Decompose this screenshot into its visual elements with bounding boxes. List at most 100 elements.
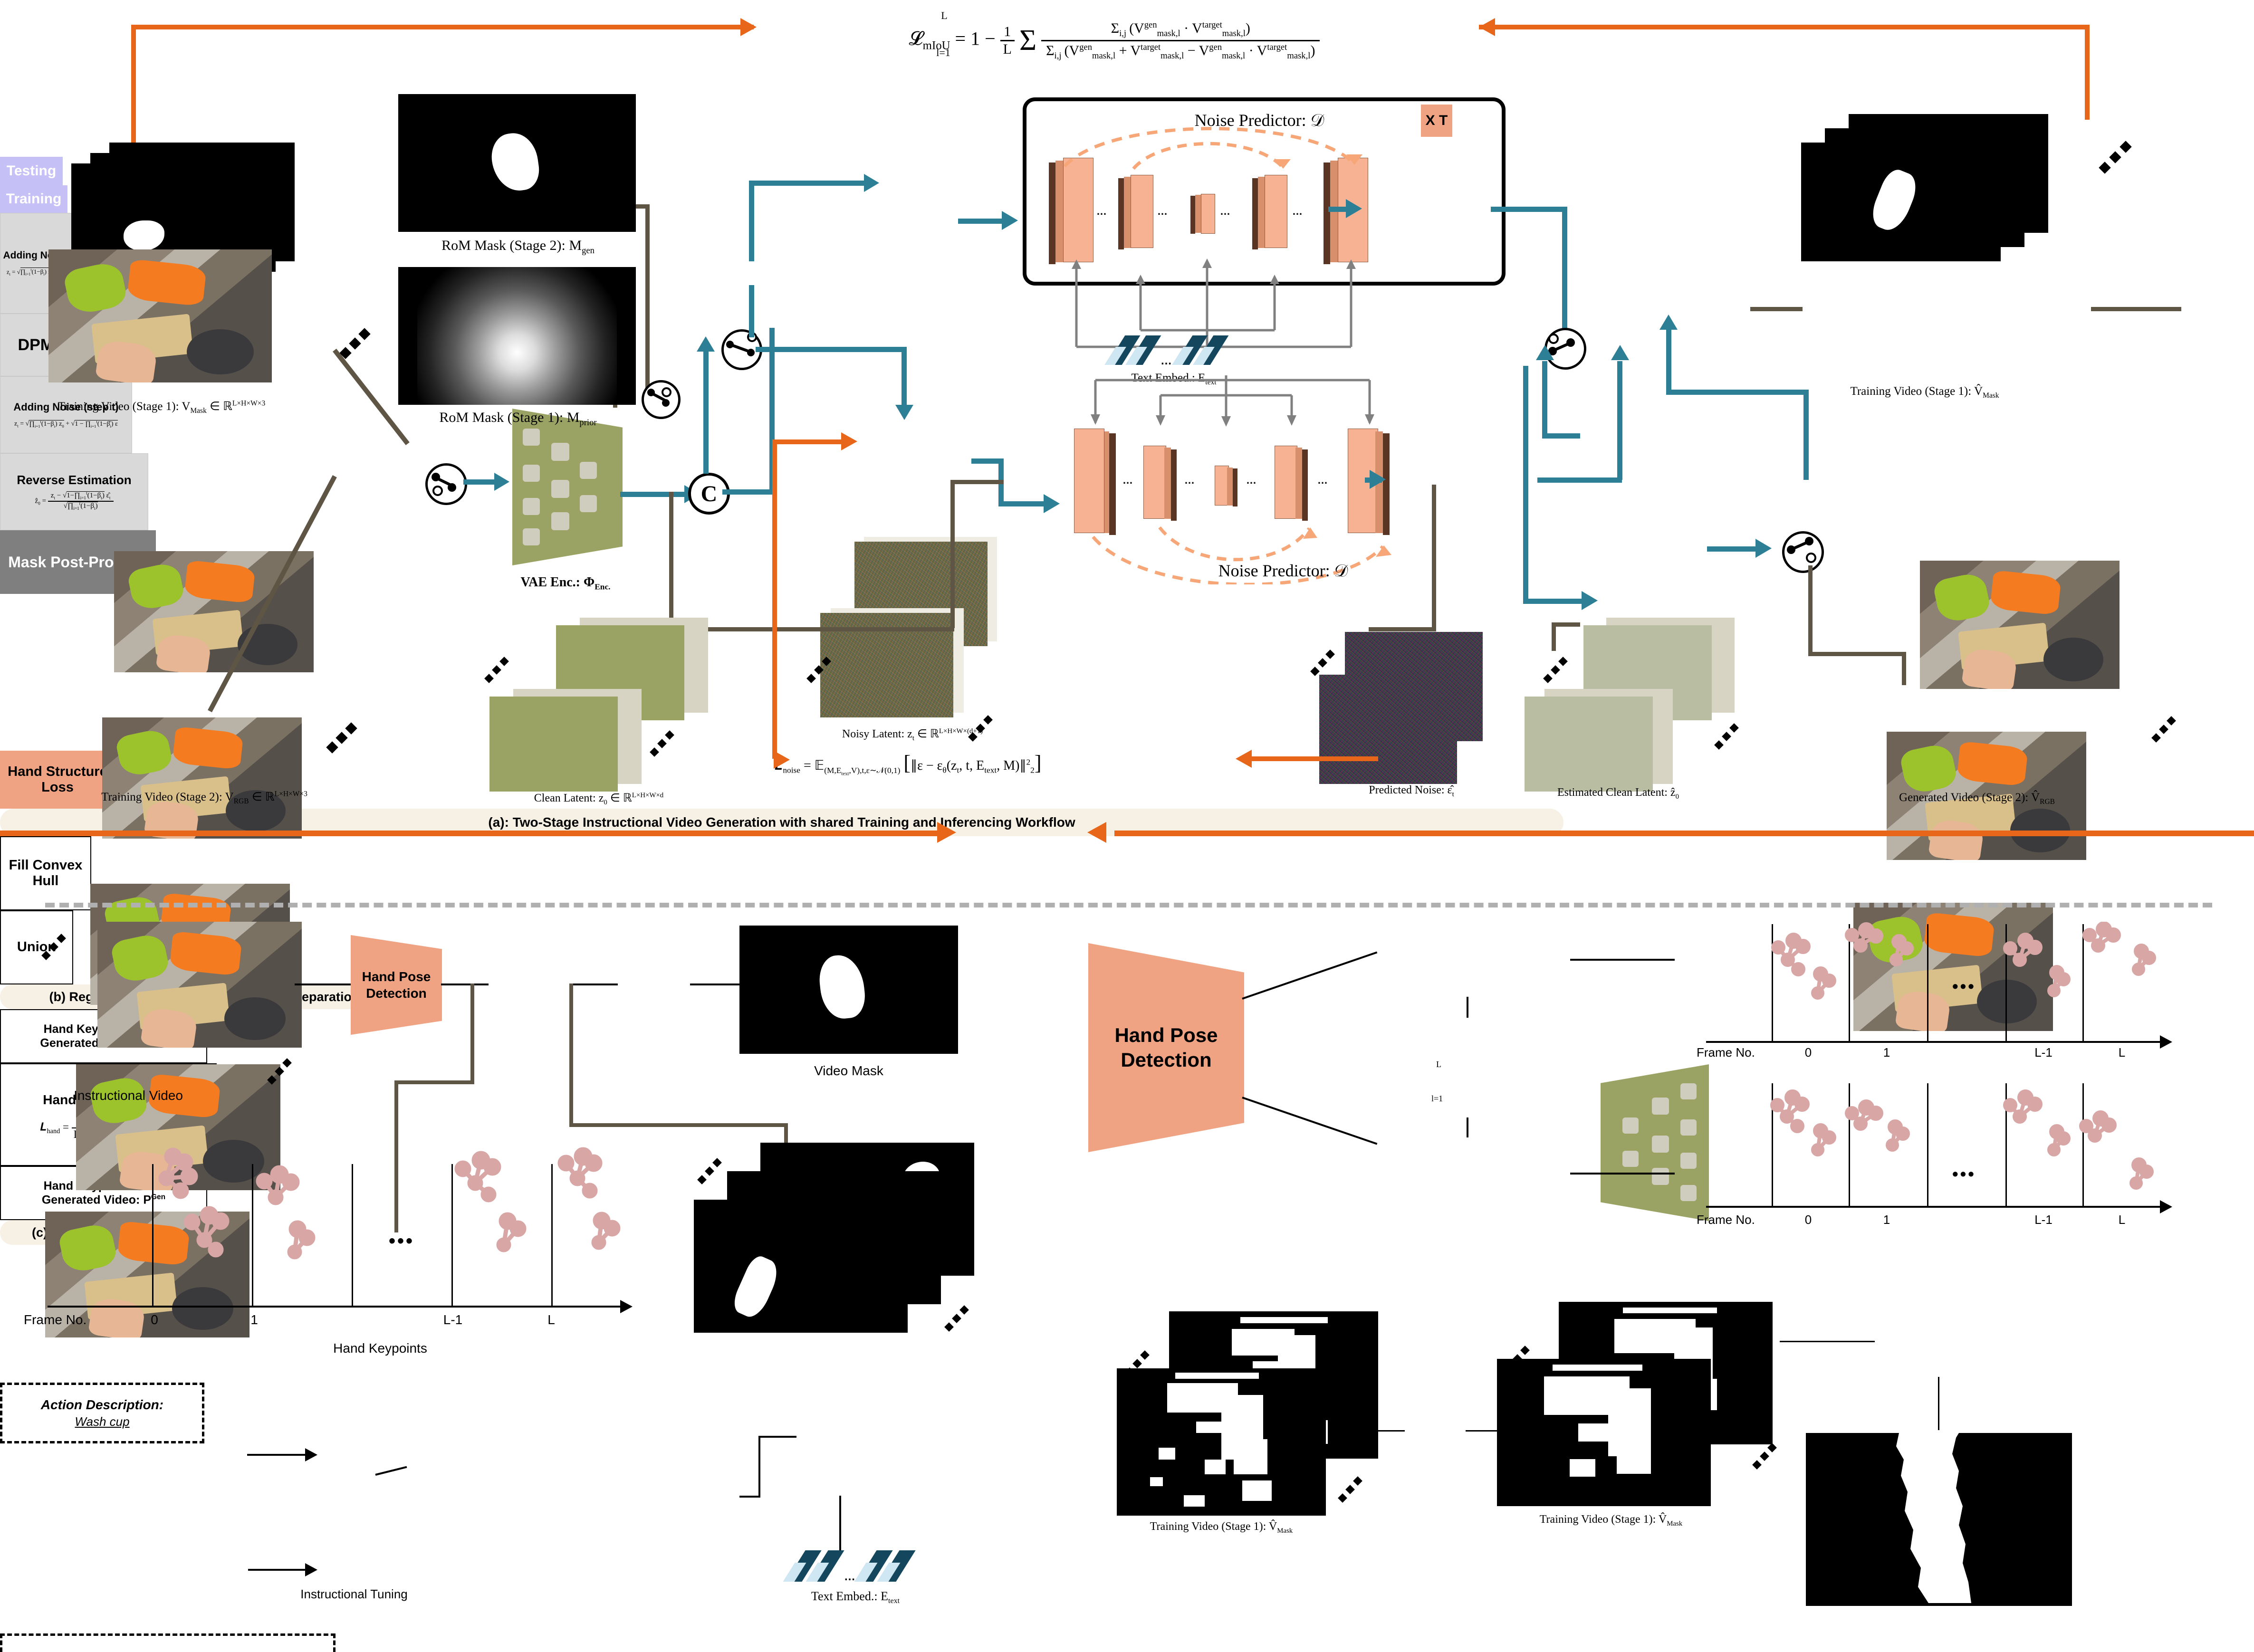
mpp-to-outmask — [1750, 307, 1803, 311]
vaedec-out-h — [1707, 546, 1758, 552]
vae-encoder-label: VAE Enc.: ΦEnc. — [520, 575, 611, 592]
noise-loss-up-arrow — [841, 432, 857, 450]
unet-to-dpm-line — [1328, 207, 1348, 212]
reverse-out-v — [1617, 361, 1622, 480]
mlp-to-enriched — [375, 1466, 407, 1476]
panelb-tick-0: 0 — [151, 1312, 158, 1327]
denoise-out-line — [1466, 1430, 1497, 1432]
fill-convex-hull-box[interactable]: Fill Convex Hull — [0, 836, 91, 910]
panelb-brown-2 — [569, 984, 573, 1126]
noiset-out-h2 — [998, 501, 1046, 506]
gen-to-frames-line — [1570, 1173, 1675, 1175]
est-latent-to-vae-h — [1552, 622, 1580, 627]
text-embed-bars-top: … — [1104, 333, 1240, 371]
unet-bottom-cond-lines — [1091, 375, 1374, 427]
out2-switch-open — [1806, 553, 1816, 563]
concat-up-to-switch — [703, 349, 709, 474]
noisy-latent-dots-1 — [806, 657, 836, 687]
unet-to-dpm-arrow — [1346, 199, 1362, 218]
noisy-stem-up — [950, 480, 955, 628]
adding-noise-step-t-formula: zt = √∏i=1t(1−βi) z0 + √1 − ∏i=1t(1−β̂i)… — [14, 419, 118, 429]
hsl-right-line — [1114, 831, 2254, 836]
unet-to-reverse-arrow — [1370, 470, 1386, 489]
paneld-video-to-mlp — [247, 1454, 309, 1456]
text-embed-bars-panel-d: … — [783, 1547, 923, 1589]
miou-left-route-v — [131, 25, 136, 143]
enriched-to-clip-v — [758, 1436, 760, 1498]
out-switch-open — [1548, 334, 1559, 344]
enriched-to-clip-h2 — [758, 1436, 796, 1438]
switch-to-vae-line — [463, 479, 496, 485]
panelc-top-tick-1: 1 — [1883, 1045, 1890, 1060]
noisy-latent-label: Noisy Latent: zt ∈ ℝL×H×W×(d+1) — [842, 727, 983, 742]
vae-dec-to-mpp-arrow — [1659, 315, 1678, 330]
noise-loss-left-h — [772, 439, 852, 444]
action-description-box: Action Description: Wash cup — [0, 1383, 204, 1443]
out2-switch-down-v — [1808, 565, 1813, 656]
morph-to-output-line — [1938, 1377, 1939, 1430]
noise-predictor-bottom-title: Noise Predictor: 𝒟 — [1218, 561, 1348, 580]
ellipsis-diamonds-2 — [326, 722, 361, 755]
panelc-bot-tick-0: 0 — [1804, 1213, 1812, 1227]
vae-encoder — [512, 409, 623, 565]
hsl-sum-limits: L — [1436, 1060, 1441, 1069]
vae-dec-to-mpp-v — [1666, 328, 1671, 394]
hull-to-union-line — [570, 984, 618, 985]
clean-latent-dots-1 — [484, 657, 514, 687]
panel-e-mid-masks — [1497, 1302, 1773, 1506]
training-video-stage2-stack — [90, 551, 318, 1005]
hsl-right-arrow — [1087, 822, 1106, 843]
training-video-stage2-label: Training Video (Stage 2): VRGB ∈ ℝL×H×W×… — [101, 790, 307, 805]
outswitch-up-to-sw — [1542, 361, 1547, 437]
generated-video-stage2-stack — [1834, 561, 2120, 1031]
mid-to-morph-line — [1780, 1341, 1875, 1342]
loss-to-gen-line — [1467, 1117, 1468, 1137]
text-embed-label-panel-d: Text Embed.: Etext — [811, 1589, 900, 1605]
vae-to-concat-line — [620, 492, 687, 497]
mode-training-arrow — [895, 405, 913, 420]
video-to-hpd-line — [295, 984, 352, 985]
hand-pose-detection-b[interactable]: Hand Pose Detection — [351, 935, 442, 1035]
rom-mask-stage1-label: RoM Mask (Stage 1): Mprior — [439, 410, 597, 428]
training-video-stage1-out-stack — [1787, 114, 2091, 295]
unet-to-prednoise-v — [1432, 485, 1436, 627]
panele-to-denoise-line — [1373, 1430, 1405, 1432]
unet-to-prednoise-h — [1369, 627, 1436, 631]
panelc-frameno-bottom: Frame No. — [1697, 1213, 1755, 1227]
mode-training-h — [756, 347, 907, 352]
noisy-latent-stack — [803, 537, 1026, 746]
est-latent-dots-1 — [1543, 657, 1573, 687]
clean-latent-stack — [480, 618, 708, 808]
miou-right-arrow — [1479, 18, 1495, 36]
dpm-out-h — [1491, 207, 1567, 212]
mode-up-line — [749, 181, 754, 261]
instructional-tuning-label: Instructional Tuning — [300, 1587, 408, 1601]
panelc-frameno-top: Frame No. — [1697, 1045, 1755, 1060]
out-mask-dots — [2099, 141, 2134, 176]
hpd-to-hull-line — [441, 984, 489, 985]
rom-switch-open — [662, 387, 671, 397]
mode-training-v — [902, 347, 907, 408]
paneld-action-to-mlp — [248, 1569, 309, 1571]
mask-video-dots-a — [697, 1158, 727, 1188]
video-mask-image — [739, 926, 958, 1054]
panelb-video-dots-b — [267, 1058, 297, 1088]
panelb-frameno-label: Frame No. — [24, 1312, 87, 1327]
panelc-bot-tick-1: 1 — [1883, 1213, 1890, 1227]
panele-mid-label: Training Video (Stage 1): V̂Mask — [1539, 1513, 1683, 1528]
outswitch-up-h — [1542, 433, 1580, 439]
miou-right-route-v — [2085, 25, 2090, 120]
clip-to-textembed — [839, 1496, 841, 1552]
vaedec-out-arrow — [1755, 539, 1772, 558]
concat-stem-down — [669, 492, 673, 630]
miou-left-arrow — [740, 18, 757, 36]
panelb-video-dots-a — [41, 934, 71, 964]
outswitch-down-1 — [1523, 366, 1528, 603]
hand-pose-detection-c[interactable]: Hand Pose Detection — [1088, 943, 1244, 1152]
enriched-to-clip-h1 — [739, 1496, 760, 1498]
paneld-action-arrow — [305, 1563, 317, 1576]
action-description-title: Action Description: — [40, 1397, 164, 1412]
predicted-noise-label: Predicted Noise: ε̂t — [1369, 784, 1454, 798]
panelc-keypoints-top — [1771, 922, 2156, 1000]
panelc-top-tick-L-1: L-1 — [2034, 1045, 2053, 1060]
